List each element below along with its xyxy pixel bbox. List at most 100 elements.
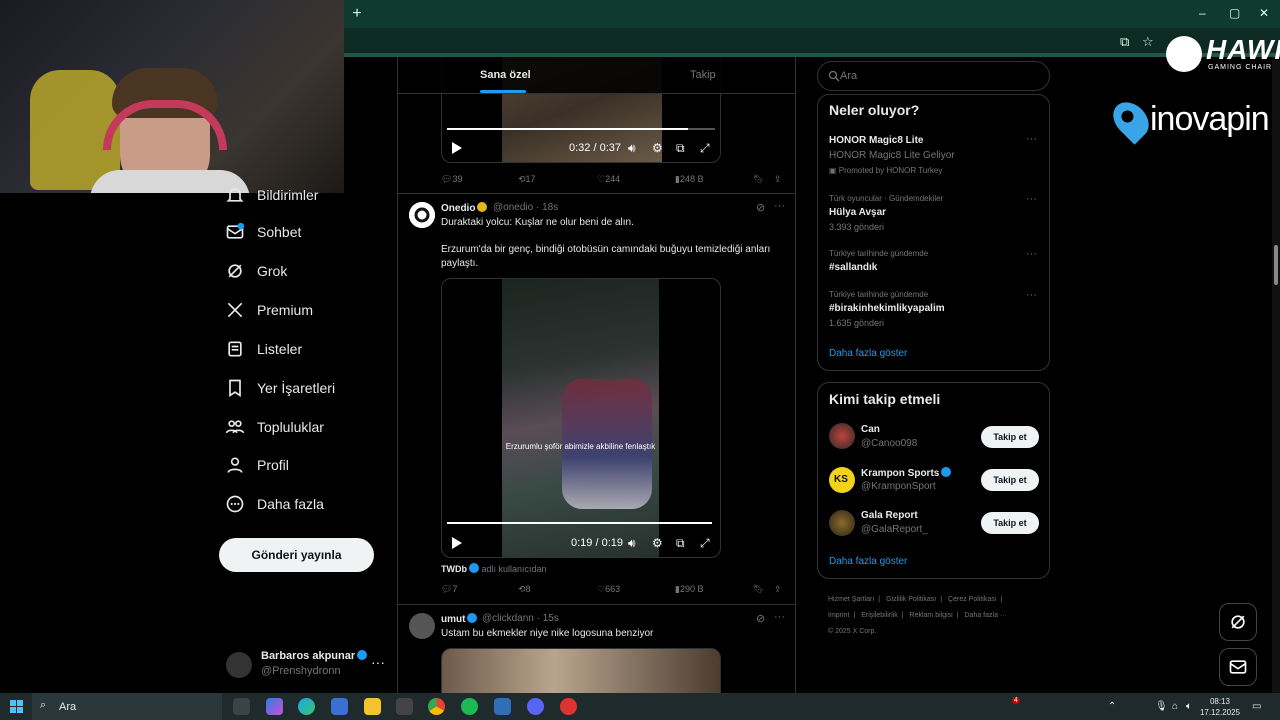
post-button[interactable]: Gönderi yayınla [219,538,374,572]
sidebar-item-more[interactable]: Daha fazla [225,489,324,519]
file-explorer-icon[interactable] [364,698,381,715]
new-tab-button[interactable]: + [348,5,366,23]
tweet-image[interactable] [441,648,721,693]
grok-fab-button[interactable] [1219,603,1257,641]
close-window-button[interactable]: ✕ [1259,6,1269,20]
footer-link[interactable]: Reklam bilgisi [910,612,953,619]
sidebar-item-premium[interactable]: Premium [225,295,313,325]
page-scrollbar[interactable] [1272,60,1280,693]
video-scrubber[interactable] [447,128,715,130]
reply-button[interactable]: 💬︎ 7 [441,584,457,595]
tweet-more-icon[interactable]: ··· [774,611,785,623]
sidebar-item-bookmarks[interactable]: Yer İşaretleri [225,373,335,403]
tweet-author-handle[interactable]: @clickdann · 15s [482,613,559,624]
trends-show-more-link[interactable]: Daha fazla göster [829,348,907,359]
windows-start-icon[interactable] [10,700,23,713]
bookmark-button[interactable]: 🔖︎ [753,174,764,185]
sidebar-item-grok[interactable]: Grok [225,256,287,286]
task-view-icon[interactable] [233,698,250,715]
settings-icon[interactable]: ⚙ [652,141,663,155]
fullscreen-icon[interactable]: ⤢ [700,536,710,551]
minimize-button[interactable]: – [1199,6,1206,20]
follow-button[interactable]: Takip et [981,426,1039,448]
grok-icon[interactable]: ⊘ [756,201,765,214]
footer-link[interactable]: Erişilebilirlik [861,612,898,619]
tray-chevron-icon[interactable]: ⌃ [1108,701,1116,712]
share-button[interactable]: ⇪ [774,584,782,595]
tweet-author-name[interactable]: Onedio [441,202,488,214]
follow-name[interactable]: Can [861,424,880,435]
volume-icon[interactable]: 🔈︎ [1186,701,1192,712]
scrollbar-thumb[interactable] [1274,245,1278,285]
sidebar-item-chat[interactable]: Sohbet [225,217,301,247]
bookmark-star-icon[interactable]: ☆ [1142,34,1154,50]
avatar[interactable] [409,202,435,228]
views-button[interactable]: ▮ 290 B [675,584,703,595]
tweet-more-icon[interactable]: ··· [774,200,785,212]
pip-icon[interactable]: ⧉ [676,141,685,156]
footer-link[interactable]: Çerez Politikası [948,596,997,603]
sidebar-item-profile[interactable]: Profil [225,450,289,480]
sidebar-item-communities[interactable]: Topluluklar [225,412,324,442]
sidebar-item-lists[interactable]: Listeler [225,334,302,364]
avatar[interactable] [409,613,435,639]
follow-show-more-link[interactable]: Daha fazla göster [829,556,907,567]
tweet-author-handle[interactable]: @onedio · 18s [493,202,558,213]
follow-button[interactable]: Takip et [981,512,1039,534]
account-more-icon[interactable]: ··· [371,654,385,670]
video-source[interactable]: TWDb adlı kullanıcıdan [441,563,547,574]
install-app-icon[interactable]: ⧉ [1120,34,1129,50]
xbox-icon[interactable] [396,698,413,715]
edge-icon[interactable] [298,698,315,715]
repost-button[interactable]: ⟲ 17 [518,174,536,185]
footer-link[interactable]: Gizlilik Politikası [886,596,936,603]
share-button[interactable]: ⇪ [774,174,782,185]
obs-icon[interactable] [560,698,577,715]
chrome-icon[interactable] [428,698,445,715]
trend-more-icon[interactable]: ··· [1026,248,1037,260]
like-button[interactable]: ♡ 244 [597,174,620,185]
views-button[interactable]: ▮ 248 B [675,174,703,185]
volume-icon[interactable]: 🔊︎ [628,536,636,551]
footer-link[interactable]: Daha fazla ··· [965,612,1007,619]
reply-button[interactable]: 💬︎ 39 [441,174,462,185]
messages-fab-button[interactable] [1219,648,1257,686]
follow-button[interactable]: Takip et [981,469,1039,491]
trend-more-icon[interactable]: ··· [1026,193,1037,205]
tab-following[interactable]: Takip [690,69,716,81]
notifications-icon[interactable]: ▭ [1252,701,1261,712]
account-switcher[interactable]: Barbaros akpunar @Prenshydronn ··· [226,648,386,680]
search-input[interactable]: Ara [817,61,1050,91]
pip-icon[interactable]: ⧉ [676,536,685,551]
video-player[interactable]: Erzurumlu şoför abimizle akbiline fenlaş… [441,278,721,558]
microphone-icon[interactable]: 🎙︎ [1155,701,1168,712]
avatar[interactable] [829,510,855,536]
avatar[interactable] [829,423,855,449]
spotify-icon[interactable] [461,698,478,715]
like-button[interactable]: ♡ 663 [597,584,620,595]
sidebar-item-notifications[interactable]: Bildirimler [225,180,318,210]
copilot-icon[interactable] [266,698,283,715]
trend-more-icon[interactable]: ··· [1026,289,1037,301]
discord-icon[interactable] [527,698,544,715]
settings-icon[interactable]: ⚙ [652,536,663,550]
network-icon[interactable]: ⌂ [1172,701,1178,712]
trend-more-icon[interactable]: ··· [1026,133,1037,145]
play-icon[interactable] [452,142,462,154]
volume-icon[interactable]: 🔊︎ [628,141,636,156]
fullscreen-icon[interactable]: ⤢ [700,141,710,156]
tab-for-you[interactable]: Sana özel [480,69,531,81]
app-icon[interactable] [494,698,511,715]
footer-link[interactable]: Imprint [828,612,849,619]
video-scrubber[interactable] [447,522,712,524]
taskbar-clock[interactable]: 08:13 17.12.2025 [1198,696,1242,718]
grok-icon[interactable]: ⊘ [756,612,765,625]
maximize-button[interactable]: ▢ [1229,6,1240,20]
follow-name[interactable]: Krampon Sports [861,467,952,479]
repost-button[interactable]: ⟲ 8 [518,584,531,595]
taskbar-search[interactable]: ⌕ Ara [32,693,222,720]
follow-name[interactable]: Gala Report [861,510,918,521]
tweet-author-name[interactable]: umut [441,613,478,625]
avatar[interactable]: KS [829,467,855,493]
footer-link[interactable]: Hizmet Şartları [828,596,874,603]
